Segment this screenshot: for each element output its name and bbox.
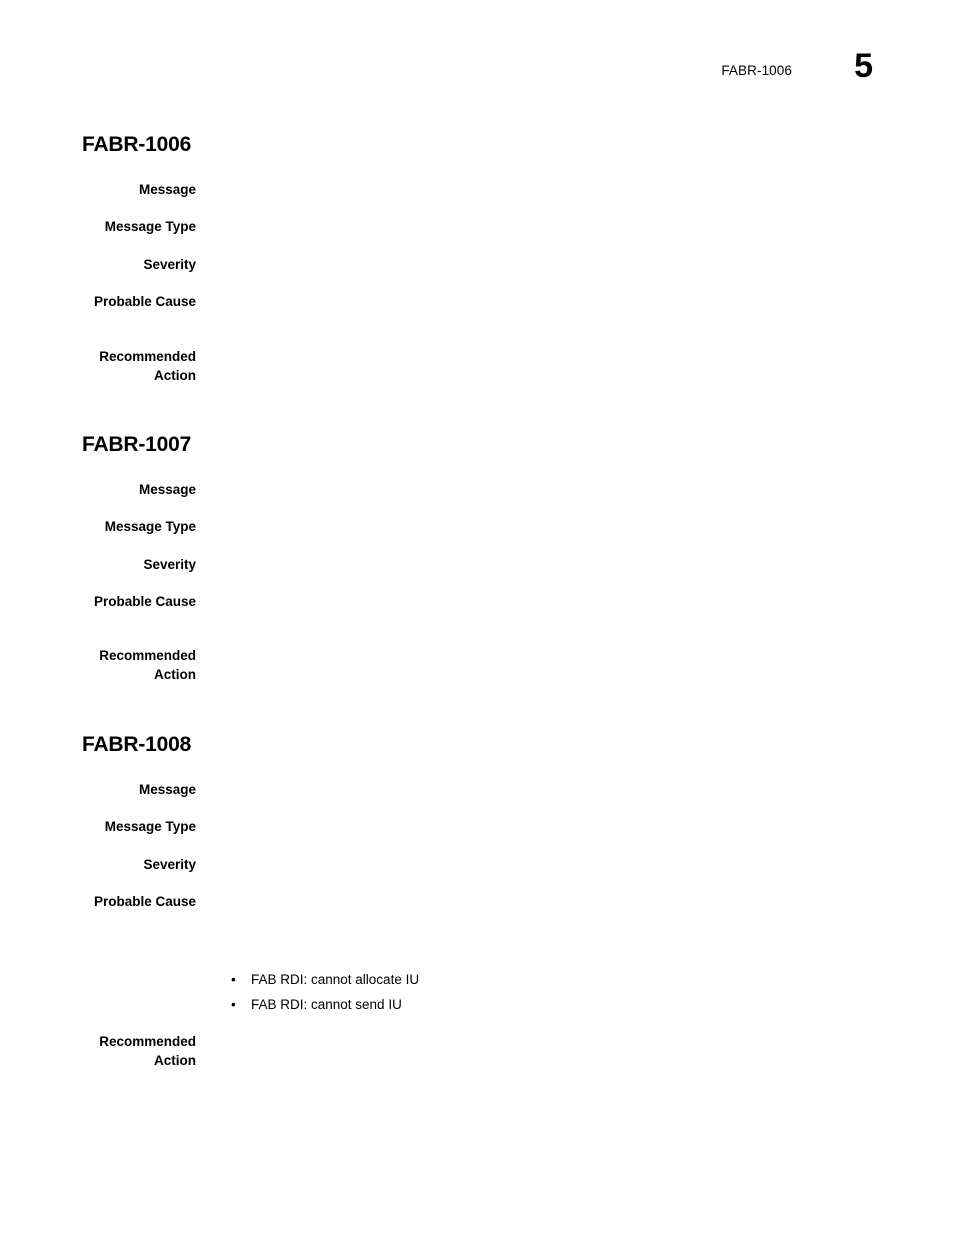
field-value-probable-cause [231,893,891,894]
field-label-severity: Severity [143,557,196,572]
document-page: FABR-1006 5 FABR-1006 Message Message Ty… [0,0,954,1235]
field-value-message-type [231,218,891,219]
list-item: • FAB RDI: cannot allocate IU [231,971,891,989]
page-number: 5 [854,47,873,85]
field-value-message [231,481,891,482]
field-label-message: Message [138,482,196,497]
field-value-severity [231,856,891,857]
field-value-message [231,181,891,182]
field-value-severity [231,256,891,257]
probable-cause-bullet-list: • FAB RDI: cannot allocate IU • FAB RDI:… [231,971,891,1021]
field-value-message [231,781,891,782]
field-value-message-type [231,518,891,519]
field-label-probable-cause: Probable Cause [93,594,196,609]
field-label-recommended-action: Recommended Action [99,349,196,383]
field-label-message-type: Message Type [104,219,196,234]
section-heading: FABR-1007 [82,433,192,456]
field-label-severity: Severity [143,857,196,872]
field-label-message-type: Message Type [104,819,196,834]
field-label-message: Message [138,782,196,797]
field-value-recommended-action [231,348,891,349]
section-heading: FABR-1006 [82,133,192,156]
running-header: FABR-1006 5 [0,49,954,102]
field-label-probable-cause: Probable Cause [93,894,196,909]
field-label-message-type: Message Type [104,519,196,534]
field-label-message: Message [138,182,196,197]
section-heading: FABR-1008 [82,733,192,756]
list-item: • FAB RDI: cannot send IU [231,996,891,1014]
field-value-probable-cause [231,593,891,594]
bullet-icon: • [231,972,236,987]
running-head-text: FABR-1006 [721,63,792,78]
field-label-probable-cause: Probable Cause [93,294,196,309]
field-value-recommended-action [231,1033,891,1034]
list-item-label: FAB RDI: cannot send IU [251,997,402,1012]
bullet-icon: • [231,997,236,1012]
field-value-message-type [231,818,891,819]
field-value-probable-cause [231,293,891,294]
field-label-severity: Severity [143,257,196,272]
field-value-severity [231,556,891,557]
field-label-recommended-action: Recommended Action [99,1034,196,1068]
field-label-recommended-action: Recommended Action [99,648,196,682]
field-value-recommended-action [231,647,891,648]
list-item-label: FAB RDI: cannot allocate IU [251,972,420,987]
